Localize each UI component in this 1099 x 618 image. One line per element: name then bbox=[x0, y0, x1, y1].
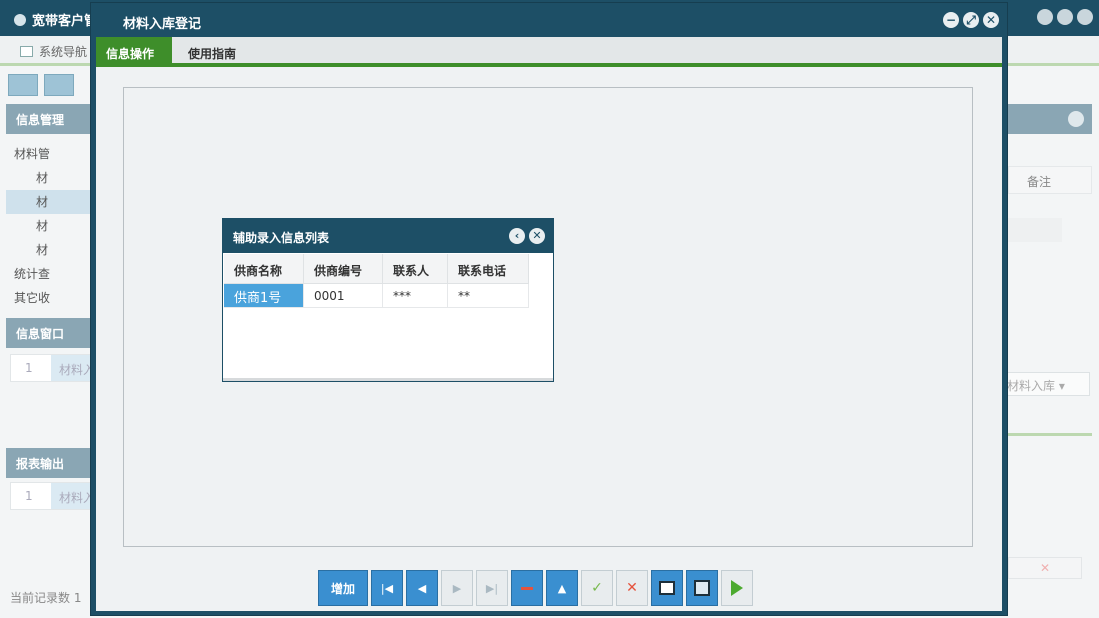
lookup-controls: ‹ ✕ bbox=[509, 228, 545, 244]
app-close-icon[interactable] bbox=[1077, 9, 1093, 25]
tree-item[interactable]: 其它收 bbox=[14, 286, 94, 310]
tree-item[interactable]: 材 bbox=[14, 166, 94, 190]
tree-item[interactable]: 材 bbox=[14, 238, 94, 262]
dialog-title: 材料入库登记 bbox=[123, 17, 202, 32]
printer-icon bbox=[659, 581, 675, 595]
tree-item[interactable]: 材 bbox=[6, 190, 94, 214]
panel-info-management[interactable]: 信息管理 bbox=[6, 104, 96, 134]
search-icon[interactable] bbox=[8, 74, 38, 96]
list-item[interactable]: 1 材料入 bbox=[10, 354, 95, 382]
panel-info-window[interactable]: 信息窗口 bbox=[6, 318, 96, 348]
column-header[interactable]: 联系人 bbox=[383, 254, 448, 284]
tab-info-operation[interactable]: 信息操作 bbox=[96, 37, 172, 67]
last-record-icon: ▶| bbox=[485, 581, 499, 595]
table-cell[interactable]: ** bbox=[448, 284, 529, 308]
table-cell[interactable]: 0001 bbox=[304, 284, 383, 308]
list-icon[interactable] bbox=[44, 74, 74, 96]
category-select[interactable]: 材料入库 ▾ bbox=[1004, 372, 1090, 396]
dialog-window-controls: − ⤢ ✕ bbox=[943, 12, 999, 28]
add-button[interactable]: 增加 bbox=[318, 570, 368, 606]
minimize-icon[interactable]: − bbox=[943, 12, 959, 28]
prev-record-button[interactable]: ◀ bbox=[406, 570, 438, 606]
check-icon: ✓ bbox=[591, 580, 603, 596]
close-icon[interactable]: ✕ bbox=[1008, 557, 1082, 579]
tree-item[interactable]: 材 bbox=[14, 214, 94, 238]
column-header-remark: 备注 bbox=[1008, 166, 1092, 194]
close-icon[interactable]: ✕ bbox=[529, 228, 545, 244]
tab-bar: 信息操作 使用指南 bbox=[96, 37, 1002, 67]
table-cell[interactable]: *** bbox=[383, 284, 448, 308]
cancel-button[interactable]: ✕ bbox=[616, 570, 648, 606]
run-button[interactable] bbox=[721, 570, 753, 606]
table-cell[interactable]: 供商1号 bbox=[224, 284, 304, 308]
cross-icon: ✕ bbox=[626, 580, 638, 596]
lookup-footer bbox=[223, 378, 553, 381]
first-record-button[interactable]: |◀ bbox=[371, 570, 403, 606]
app-toolbar bbox=[8, 74, 74, 96]
column-header[interactable]: 供商名称 bbox=[224, 254, 304, 284]
list-item-label: 材料入 bbox=[51, 483, 95, 509]
app-title: 宽带客户管 bbox=[14, 10, 97, 29]
play-icon bbox=[731, 580, 743, 596]
lookup-title-text: 辅助录入信息列表 bbox=[233, 231, 330, 245]
restore-icon[interactable]: ⤢ bbox=[963, 12, 979, 28]
lookup-dialog: 辅助录入信息列表 ‹ ✕ 供商名称 供商编号 联系人 联系电话 供商1号 000… bbox=[222, 218, 554, 382]
print-preview-button[interactable] bbox=[686, 570, 718, 606]
tab-usage-guide[interactable]: 使用指南 bbox=[178, 37, 246, 67]
print-preview-icon bbox=[694, 580, 710, 596]
app-window-controls[interactable] bbox=[1037, 9, 1093, 25]
nav-tree: 材料管 材 材 材 材 统计查 其它收 bbox=[6, 142, 94, 310]
lookup-title: 辅助录入信息列表 ‹ ✕ bbox=[223, 219, 553, 253]
collapse-icon[interactable] bbox=[1068, 111, 1084, 127]
close-icon[interactable]: ✕ bbox=[983, 12, 999, 28]
minus-icon bbox=[521, 586, 533, 590]
system-nav-label[interactable]: 系统导航 bbox=[20, 43, 87, 60]
last-record-button[interactable]: ▶| bbox=[476, 570, 508, 606]
list-item-label: 材料入 bbox=[51, 355, 95, 381]
list-item[interactable]: 1 材料入 bbox=[10, 482, 95, 510]
up-arrow-icon: ▲ bbox=[557, 581, 567, 595]
print-button[interactable] bbox=[651, 570, 683, 606]
tree-item[interactable]: 材料管 bbox=[14, 142, 94, 166]
divider bbox=[1008, 433, 1092, 436]
app-minimize-icon[interactable] bbox=[1037, 9, 1053, 25]
table-header: 供商名称 供商编号 联系人 联系电话 bbox=[224, 254, 552, 284]
app-logo-icon bbox=[14, 14, 26, 26]
first-record-icon: |◀ bbox=[380, 581, 394, 595]
tree-item[interactable]: 统计查 bbox=[14, 262, 94, 286]
delete-record-button[interactable] bbox=[511, 570, 543, 606]
next-record-icon: ▶ bbox=[452, 581, 462, 595]
record-toolbar: 增加 |◀ ◀ ▶ ▶| ▲ ✓ ✕ bbox=[318, 570, 753, 606]
table-row[interactable]: 供商1号 0001 *** ** bbox=[224, 284, 552, 308]
nav-window-icon bbox=[20, 46, 33, 57]
column-header[interactable]: 供商编号 bbox=[304, 254, 383, 284]
supplier-table: 供商名称 供商编号 联系人 联系电话 供商1号 0001 *** ** bbox=[224, 254, 552, 308]
prev-record-icon: ◀ bbox=[417, 581, 427, 595]
panel-report-output[interactable]: 报表输出 bbox=[6, 448, 96, 478]
right-panel-header bbox=[1008, 104, 1092, 134]
confirm-button[interactable]: ✓ bbox=[581, 570, 613, 606]
app-restore-icon[interactable] bbox=[1057, 9, 1073, 25]
table-cell bbox=[1008, 218, 1062, 242]
move-up-button[interactable]: ▲ bbox=[546, 570, 578, 606]
column-header[interactable]: 联系电话 bbox=[448, 254, 529, 284]
next-record-button[interactable]: ▶ bbox=[441, 570, 473, 606]
back-icon[interactable]: ‹ bbox=[509, 228, 525, 244]
record-count-status: 当前记录数 1 bbox=[10, 591, 82, 605]
